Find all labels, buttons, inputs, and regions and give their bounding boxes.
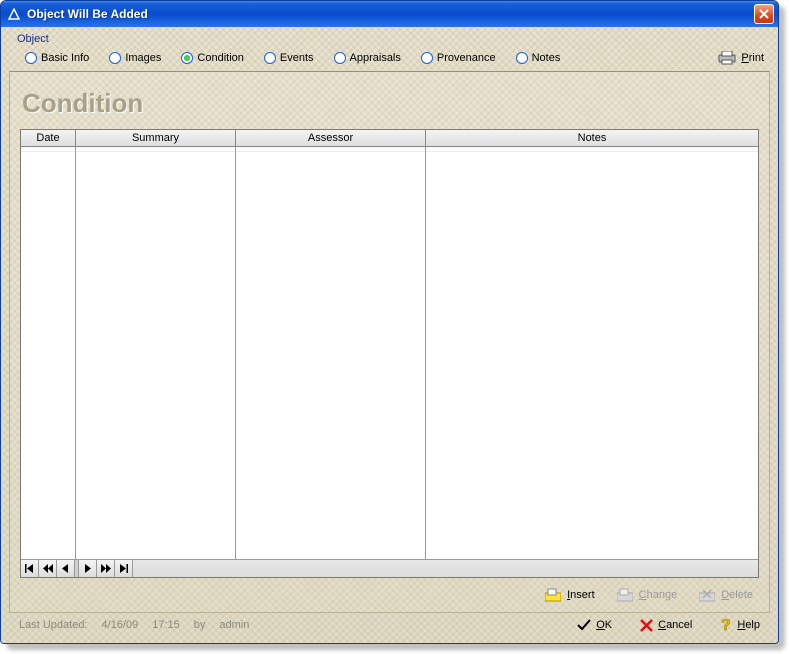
menu-object[interactable]: Object xyxy=(9,31,770,47)
tab-label: Condition xyxy=(197,52,243,64)
column-header-date[interactable]: Date xyxy=(21,130,76,146)
main-panel: Condition DateSummaryAssessorNotes xyxy=(9,71,770,613)
page-heading: Condition xyxy=(22,88,759,119)
status-prefix: Last Updated: xyxy=(19,619,88,631)
window-body: Object Basic Info Images Condition Events Ap… xyxy=(1,27,778,643)
column-header-notes[interactable]: Notes xyxy=(426,130,758,146)
print-button[interactable]: Print xyxy=(718,51,764,65)
close-button[interactable] xyxy=(754,4,774,24)
titlebar: Object Will Be Added xyxy=(1,1,778,27)
nav-next-button[interactable] xyxy=(79,560,97,577)
tab-images[interactable]: Images xyxy=(109,52,161,64)
x-icon xyxy=(640,619,653,632)
svg-text:?: ? xyxy=(721,617,731,633)
tab-label: Appraisals xyxy=(350,52,401,64)
delete-icon xyxy=(699,588,715,602)
change-button: Change xyxy=(617,588,678,602)
tab-basic-info[interactable]: Basic Info xyxy=(25,52,89,64)
status-by-value: admin xyxy=(219,619,249,631)
printer-icon xyxy=(718,51,736,65)
radio-icon xyxy=(181,52,193,64)
status-time: 17:15 xyxy=(152,619,180,631)
grid-navbar xyxy=(21,559,758,577)
print-label: Print xyxy=(741,52,764,64)
grid-header: DateSummaryAssessorNotes xyxy=(21,130,758,147)
radio-icon xyxy=(109,52,121,64)
change-label: Change xyxy=(639,589,678,601)
ok-button[interactable]: OK xyxy=(577,619,612,631)
nav-last-button[interactable] xyxy=(115,560,133,577)
condition-grid: DateSummaryAssessorNotes xyxy=(20,129,759,578)
window-title: Object Will Be Added xyxy=(27,7,754,21)
nav-prev-button[interactable] xyxy=(57,560,75,577)
column-header-summary[interactable]: Summary xyxy=(76,130,236,146)
nav-first-button[interactable] xyxy=(21,560,39,577)
help-label: Help xyxy=(737,619,760,631)
tabs-row: Basic Info Images Condition Events Appraisal… xyxy=(9,47,770,71)
insert-icon xyxy=(545,588,561,602)
tab-label: Events xyxy=(280,52,314,64)
radio-icon xyxy=(334,52,346,64)
help-button[interactable]: ? Help xyxy=(720,617,760,633)
app-icon xyxy=(7,7,21,21)
status-by-label: by xyxy=(194,619,206,631)
tab-label: Provenance xyxy=(437,52,496,64)
check-icon xyxy=(577,619,591,631)
grid-body[interactable] xyxy=(21,147,758,559)
tab-notes[interactable]: Notes xyxy=(516,52,561,64)
row-action-bar: Insert Change xyxy=(20,578,759,606)
radio-icon xyxy=(25,52,37,64)
nav-fastfwd-button[interactable] xyxy=(97,560,115,577)
nav-fastback-button[interactable] xyxy=(39,560,57,577)
status-date: 4/16/09 xyxy=(102,619,139,631)
window: Object Will Be Added Object Basic Info Im… xyxy=(0,0,779,644)
ok-label: OK xyxy=(596,619,612,631)
status-bar: Last Updated: 4/16/09 17:15 by admin OK … xyxy=(9,613,770,637)
tab-label: Basic Info xyxy=(41,52,89,64)
tab-events[interactable]: Events xyxy=(264,52,314,64)
column-header-assessor[interactable]: Assessor xyxy=(236,130,426,146)
cancel-button[interactable]: Cancel xyxy=(640,619,692,632)
change-icon xyxy=(617,588,633,602)
tab-appraisals[interactable]: Appraisals xyxy=(334,52,401,64)
help-icon: ? xyxy=(720,617,732,633)
insert-button[interactable]: Insert xyxy=(545,588,595,602)
radio-icon xyxy=(516,52,528,64)
delete-label: Delete xyxy=(721,589,753,601)
tab-condition[interactable]: Condition xyxy=(181,52,243,64)
cancel-label: Cancel xyxy=(658,619,692,631)
tab-label: Images xyxy=(125,52,161,64)
radio-icon xyxy=(421,52,433,64)
tab-provenance[interactable]: Provenance xyxy=(421,52,496,64)
tab-label: Notes xyxy=(532,52,561,64)
radio-icon xyxy=(264,52,276,64)
insert-label: Insert xyxy=(567,589,595,601)
delete-button: Delete xyxy=(699,588,753,602)
